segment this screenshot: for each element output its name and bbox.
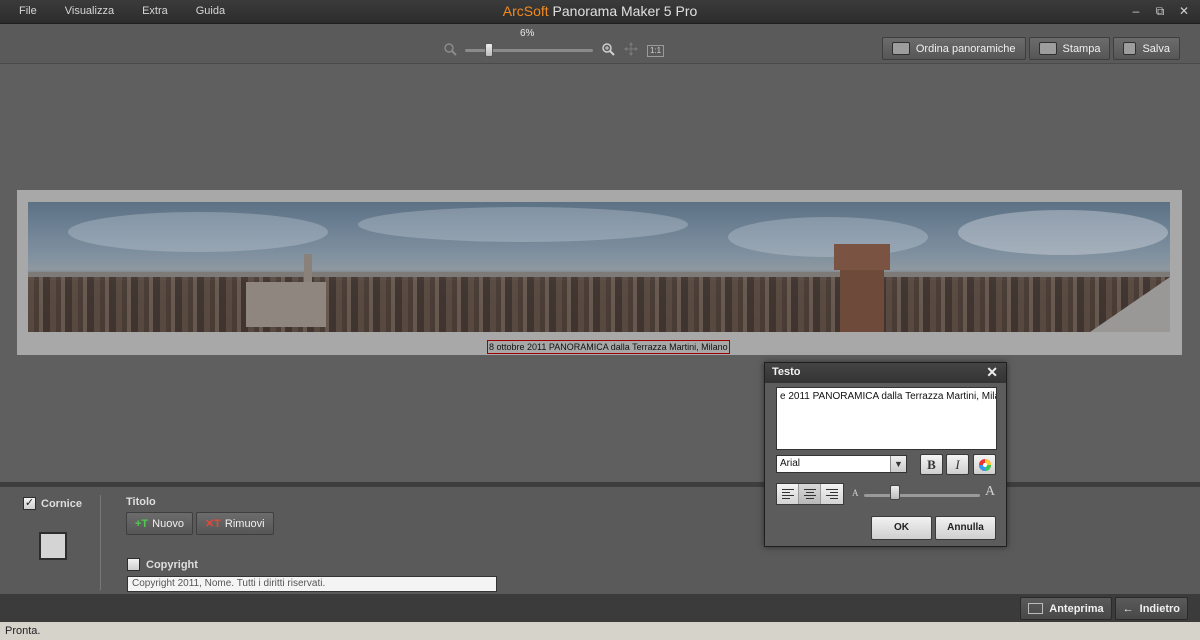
order-icon: [891, 42, 910, 55]
back-button[interactable]: ← Indietro: [1114, 597, 1188, 620]
font-select-value: Arial: [780, 458, 801, 469]
cloud-shape: [728, 217, 928, 257]
align-right-button[interactable]: [821, 484, 843, 504]
font-select[interactable]: Arial ▼: [776, 455, 907, 473]
font-size-slider[interactable]: [864, 494, 980, 497]
cloud-shape: [358, 207, 688, 242]
new-title-label: Nuovo: [152, 517, 184, 530]
bottom-panel: ✓ Cornice Titolo +T Nuovo ✕T Rimuovi ✓ C…: [0, 482, 1200, 594]
size-small-label: A: [852, 488, 859, 498]
save-button[interactable]: Salva: [1113, 37, 1180, 60]
font-size-slider-thumb[interactable]: [890, 485, 900, 500]
torre-velasca-top: [834, 244, 890, 270]
cornice-option[interactable]: ✓ Cornice: [23, 497, 82, 510]
titolo-buttons: +T Nuovo ✕T Rimuovi: [126, 512, 274, 535]
move-icon[interactable]: [623, 41, 639, 60]
text-input[interactable]: e 2011 PANORAMICA dalla Terrazza Martini…: [776, 387, 997, 450]
cloud-shape: [958, 210, 1168, 255]
copyright-checkbox[interactable]: ✓: [127, 558, 140, 571]
text-dialog: Testo ✕ e 2011 PANORAMICA dalla Terrazza…: [764, 362, 1007, 547]
minimize-icon[interactable]: –: [1130, 5, 1142, 17]
back-label: Indietro: [1139, 602, 1180, 615]
titolo-label: Titolo: [126, 496, 156, 508]
arrow-left-icon: ←: [1122, 602, 1134, 615]
order-panoramas-button[interactable]: Ordina panoramiche: [881, 37, 1026, 60]
chevron-down-icon[interactable]: ▼: [890, 456, 906, 472]
app-brand: ArcSoft: [502, 3, 549, 19]
panorama-image[interactable]: [28, 202, 1170, 332]
copyright-option[interactable]: ✓ Copyright: [127, 558, 198, 571]
preview-button[interactable]: Anteprima: [1020, 597, 1112, 620]
duomo-spire: [304, 254, 312, 282]
printer-icon: [1038, 42, 1057, 55]
workspace: 8 ottobre 2011 PANORAMICA dalla Terrazza…: [0, 64, 1200, 482]
preview-icon: [1028, 603, 1044, 614]
add-text-icon: +T: [135, 517, 149, 530]
city-skyline: [28, 277, 1170, 332]
bold-button[interactable]: B: [920, 454, 943, 475]
order-panoramas-label: Ordina panoramiche: [915, 42, 1016, 55]
color-button[interactable]: [973, 454, 996, 475]
cornice-checkbox[interactable]: ✓: [23, 497, 36, 510]
text-input-value: e 2011 PANORAMICA dalla Terrazza Martini…: [780, 391, 997, 403]
align-center-button[interactable]: [799, 484, 821, 504]
save-icon: [1123, 42, 1137, 55]
actual-size-button[interactable]: 1:1: [647, 44, 665, 57]
dialog-close-icon[interactable]: ✕: [986, 364, 998, 381]
restore-icon[interactable]: ⧉: [1154, 5, 1166, 17]
window-controls: – ⧉ ✕: [1130, 5, 1190, 17]
action-buttons: Anteprima ← Indietro: [1020, 597, 1188, 620]
remove-title-label: Rimuovi: [224, 517, 265, 530]
alignment-group: [776, 483, 844, 505]
panorama-frame: 8 ottobre 2011 PANORAMICA dalla Terrazza…: [17, 190, 1182, 355]
new-title-button[interactable]: +T Nuovo: [126, 512, 193, 535]
ok-button[interactable]: OK: [871, 516, 932, 540]
app-title: ArcSoft Panorama Maker 5 Pro: [0, 3, 1200, 19]
dialog-title-bar[interactable]: Testo ✕: [765, 363, 1006, 383]
dialog-title: Testo: [772, 366, 801, 378]
title-bar: File Visualizza Extra Guida ArcSoft Pano…: [0, 0, 1200, 24]
action-bar: Anteprima ← Indietro: [0, 594, 1200, 622]
print-button[interactable]: Stampa: [1028, 37, 1111, 60]
remove-text-icon: ✕T: [204, 518, 221, 530]
italic-button[interactable]: I: [946, 454, 969, 475]
zoom-percent: 6%: [520, 28, 535, 39]
align-left-button[interactable]: [777, 484, 799, 504]
toolbar-actions: Ordina panoramiche Stampa Salva: [881, 37, 1180, 60]
duomo-building: [246, 282, 326, 327]
color-wheel-icon: [978, 459, 991, 471]
zoom-out-icon[interactable]: [443, 42, 457, 59]
copyright-input[interactable]: Copyright 2011, Nome. Tutti i diritti ri…: [127, 576, 497, 592]
toolbar: 6% 1:1 Ordina panoramiche Stampa Salva: [0, 24, 1200, 64]
cancel-button[interactable]: Annulla: [935, 516, 996, 540]
save-label: Salva: [1142, 42, 1170, 55]
preview-label: Anteprima: [1049, 602, 1104, 615]
remove-title-button[interactable]: ✕T Rimuovi: [195, 512, 274, 535]
status-bar: Pronta.: [0, 622, 1200, 640]
zoom-slider-thumb[interactable]: [485, 43, 493, 57]
print-label: Stampa: [1062, 42, 1101, 55]
close-icon[interactable]: ✕: [1178, 5, 1190, 17]
size-large-label: A: [985, 484, 996, 499]
zoom-slider[interactable]: [465, 43, 593, 57]
zoom-controls: 1:1: [443, 41, 665, 60]
app-name: Panorama Maker 5 Pro: [552, 3, 698, 19]
zoom-in-icon[interactable]: [601, 42, 615, 59]
copyright-label: Copyright: [146, 558, 198, 571]
cloud-shape: [68, 212, 328, 252]
divider: [100, 495, 101, 590]
cornice-label: Cornice: [41, 497, 82, 510]
frame-color-swatch[interactable]: [39, 532, 67, 560]
panorama-caption[interactable]: 8 ottobre 2011 PANORAMICA dalla Terrazza…: [487, 340, 730, 354]
